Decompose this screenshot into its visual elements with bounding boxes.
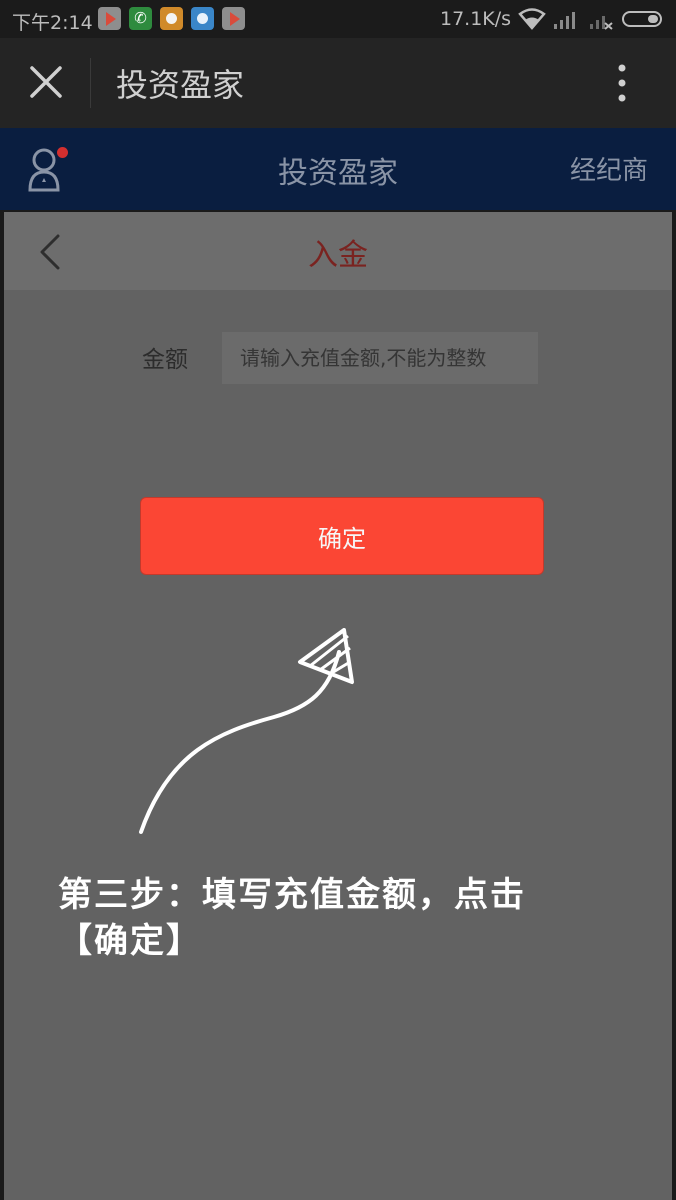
close-icon[interactable] — [28, 64, 64, 100]
status-time: 下午2:14 — [12, 12, 93, 34]
more-options-icon[interactable] — [612, 62, 632, 104]
tutorial-instruction: 第三步：填写充值金额，点击 【确定】 — [58, 872, 618, 964]
tutorial-line-2: 【确定】 — [58, 921, 202, 961]
play-store-icon — [222, 7, 245, 30]
orange-app-icon — [160, 7, 183, 30]
broker-link[interactable]: 经纪商 — [570, 150, 648, 187]
status-bar: 下午2:14 ✆ 17.1K/s — [0, 0, 676, 38]
play-store-icon — [98, 7, 121, 30]
notification-icons: ✆ — [98, 7, 245, 30]
blue-app-icon — [191, 7, 214, 30]
webview-title: 投资盈家 — [116, 66, 245, 104]
phone-icon: ✆ — [129, 7, 152, 30]
app-header: 投资盈家 经纪商 — [0, 128, 676, 210]
deposit-page: 入金 金额 确定 第三步：填写充值金额，点击 【确定】 — [4, 212, 672, 1200]
wifi-icon — [518, 8, 546, 30]
signal-no-sim-icon — [590, 16, 613, 30]
tutorial-arrow-icon — [139, 628, 354, 834]
amount-input[interactable] — [222, 332, 538, 384]
network-speed: 17.1K/s — [440, 8, 512, 30]
tutorial-line-1: 第三步：填写充值金额，点击 — [58, 875, 526, 915]
webview-title-bar: 投资盈家 — [0, 38, 676, 128]
battery-icon — [622, 11, 662, 27]
title-divider — [90, 58, 91, 108]
confirm-button[interactable]: 确定 — [140, 497, 544, 575]
page-title: 入金 — [308, 238, 368, 273]
signal-icon — [554, 12, 575, 29]
page-header: 入金 — [4, 212, 672, 290]
amount-label: 金额 — [142, 347, 188, 373]
